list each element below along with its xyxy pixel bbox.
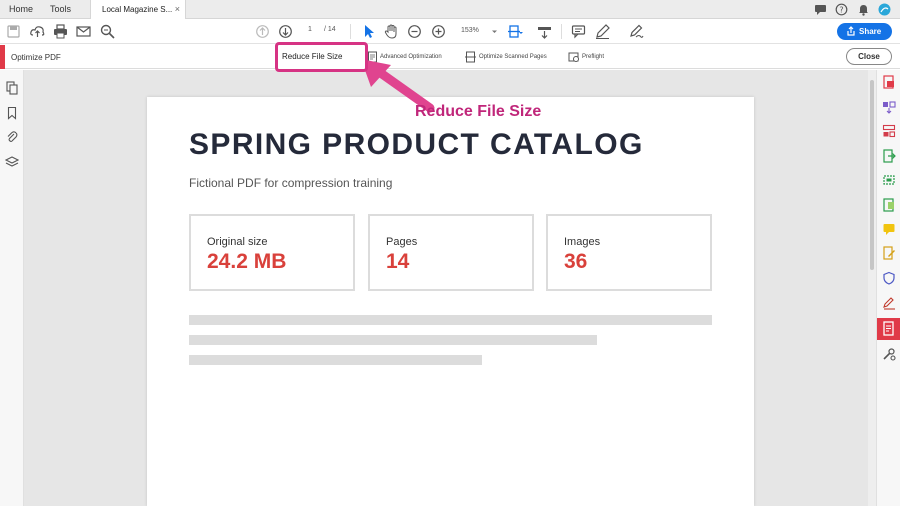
tab-bar: Home Tools Local Magazine S... × ?: [0, 0, 900, 20]
stat-label: Pages: [386, 236, 418, 248]
scroll-mode-icon[interactable]: [536, 23, 553, 40]
upload-cloud-icon[interactable]: [29, 23, 46, 40]
help-icon[interactable]: ?: [835, 3, 848, 16]
pdf-page: SPRING PRODUCT CATALOG Fictional PDF for…: [147, 97, 754, 506]
vertical-scrollbar[interactable]: [868, 70, 876, 506]
layers-icon[interactable]: [4, 155, 20, 169]
edit-pdf-icon[interactable]: [882, 173, 896, 187]
svg-text:?: ?: [839, 6, 843, 15]
bell-icon[interactable]: [857, 3, 870, 16]
export-pdf-icon[interactable]: [882, 149, 896, 163]
avatar-icon[interactable]: [878, 3, 891, 16]
optimize-toolbar: Optimize PDF Advanced Optimization Optim…: [0, 45, 900, 69]
document-subtitle: Fictional PDF for compression training: [189, 176, 393, 190]
annotation-label: Reduce File Size: [415, 103, 542, 120]
previous-page-icon[interactable]: [254, 23, 271, 40]
email-icon[interactable]: [75, 23, 92, 40]
tab-document-label: Local Magazine S...: [102, 5, 173, 14]
reduce-file-size-label: Reduce File Size: [282, 52, 343, 61]
comment-icon[interactable]: [570, 23, 587, 40]
stat-card-images: Images 36: [546, 214, 712, 291]
stat-value: 14: [386, 250, 410, 273]
zoom-dropdown-icon[interactable]: [486, 23, 503, 40]
request-signature-icon[interactable]: [882, 296, 896, 310]
scanned-pages-icon: [465, 50, 476, 63]
stat-value: 24.2 MB: [207, 250, 287, 273]
search-icon[interactable]: [99, 23, 116, 40]
optimize-pdf-title: Optimize PDF: [11, 53, 61, 62]
organize-pages-icon[interactable]: [882, 124, 896, 138]
toolbar-divider: [561, 24, 562, 39]
tool-accent-bar: [0, 45, 5, 69]
chat-icon[interactable]: [814, 3, 827, 16]
optimize-pdf-icon[interactable]: [877, 318, 900, 340]
highlight-pen-icon[interactable]: [594, 23, 611, 40]
next-page-icon[interactable]: [277, 23, 294, 40]
save-icon[interactable]: [5, 23, 22, 40]
create-pdf-icon[interactable]: [882, 75, 896, 89]
placeholder-text-line: [189, 335, 597, 345]
toolbar-divider: [350, 24, 351, 39]
zoom-in-icon[interactable]: [430, 23, 447, 40]
reduce-file-size-button[interactable]: Reduce File Size: [275, 42, 368, 72]
placeholder-text-line: [189, 315, 712, 325]
current-page-field[interactable]: 1: [308, 26, 312, 33]
protect-icon[interactable]: [882, 271, 896, 285]
placeholder-text-line: [189, 355, 482, 365]
stat-label: Original size: [207, 236, 268, 248]
fit-page-icon[interactable]: [506, 23, 523, 40]
more-tools-icon[interactable]: [882, 347, 896, 361]
close-tab-icon[interactable]: ×: [175, 0, 180, 19]
comment-tool-icon[interactable]: [882, 222, 896, 236]
stat-label: Images: [564, 236, 601, 248]
stat-card-original-size: Original size 24.2 MB: [189, 214, 355, 291]
share-button[interactable]: Share: [837, 23, 892, 40]
sign-icon[interactable]: [628, 23, 645, 40]
tab-document[interactable]: Local Magazine S... ×: [90, 0, 186, 20]
fill-sign-icon[interactable]: [882, 246, 896, 260]
zoom-out-icon[interactable]: [406, 23, 423, 40]
scan-ocr-icon[interactable]: [882, 198, 896, 212]
stat-value: 36: [564, 250, 588, 273]
optimize-scanned-pages-button[interactable]: Optimize Scanned Pages: [479, 54, 547, 60]
share-label: Share: [859, 27, 882, 36]
close-button[interactable]: Close: [846, 48, 892, 65]
left-nav-pane: [0, 70, 30, 506]
select-cursor-icon[interactable]: [360, 23, 377, 40]
share-icon: [847, 26, 855, 36]
page-total: / 14: [324, 26, 336, 33]
hand-tool-icon[interactable]: [383, 23, 400, 40]
main-toolbar: 1 / 14 153%: [0, 19, 900, 44]
preflight-icon: [568, 50, 579, 62]
print-icon[interactable]: [52, 23, 69, 40]
preflight-button[interactable]: Preflight: [582, 54, 604, 60]
attachment-icon[interactable]: [5, 130, 19, 144]
page-thumbnails-icon[interactable]: [5, 81, 19, 95]
tab-tools[interactable]: Tools: [50, 0, 71, 19]
combine-files-icon[interactable]: [882, 100, 896, 114]
scrollbar-thumb[interactable]: [870, 80, 874, 270]
right-tools-pane: [876, 70, 900, 506]
bookmark-icon[interactable]: [5, 106, 19, 120]
zoom-level-field[interactable]: 153%: [461, 27, 479, 34]
stat-card-pages: Pages 14: [368, 214, 534, 291]
document-title: SPRING PRODUCT CATALOG: [189, 128, 644, 161]
tab-home[interactable]: Home: [9, 0, 33, 19]
